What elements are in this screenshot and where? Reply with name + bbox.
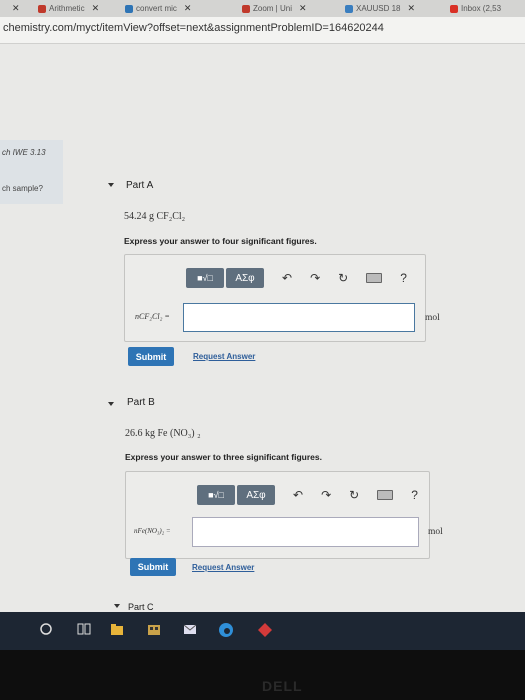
part-b-answer-input[interactable] (192, 517, 419, 547)
part-a-question: 54.24 g CF₂Cl₂ (124, 211, 186, 222)
collapse-caret-icon[interactable] (108, 402, 114, 406)
sidebar-item-sample[interactable]: ch sample? (2, 184, 43, 193)
greek-symbols-button[interactable]: ΑΣφ (237, 485, 275, 505)
undo-icon[interactable]: ↶ (293, 488, 303, 502)
part-a-submit-button[interactable]: Submit (128, 347, 174, 366)
task-view-icon[interactable] (77, 622, 91, 636)
file-explorer-icon[interactable] (110, 622, 124, 636)
part-b-question: 26.6 kg Fe (NO₃) ₂ (125, 428, 201, 439)
close-icon[interactable]: ✕ (407, 3, 415, 14)
greek-symbols-button[interactable]: ΑΣφ (226, 268, 264, 288)
part-b-toolbar: ■√□ ΑΣφ ↶ ↷ ↻ ? (197, 485, 418, 505)
part-b-variable-label: nFe(NO₃)₂ = (134, 527, 171, 535)
taskbar (0, 612, 525, 650)
reset-icon[interactable]: ↻ (338, 271, 348, 285)
redo-icon[interactable]: ↷ (310, 271, 320, 285)
store-icon[interactable] (147, 622, 161, 636)
part-b-submit-button[interactable]: Submit (130, 558, 176, 576)
tab-favicon-icon (38, 4, 46, 13)
close-icon[interactable]: ✕ (184, 3, 192, 14)
search-circle-icon[interactable] (40, 622, 52, 636)
part-b-instruction: Express your answer to three significant… (125, 452, 322, 462)
part-a-answer-input[interactable] (183, 303, 415, 332)
tab-favicon-icon (345, 4, 353, 13)
tab-favicon-icon (242, 4, 250, 13)
part-a-toolbar: ■√□ ΑΣφ ↶ ↷ ↻ ? (186, 268, 407, 288)
close-icon[interactable]: ✕ (299, 3, 307, 14)
part-b-title: Part B (127, 397, 155, 408)
collapse-caret-icon[interactable] (108, 183, 114, 187)
part-a-instruction: Express your answer to four significant … (124, 236, 317, 246)
url-text: chemistry.com/myct/itemView?offset=next&… (3, 22, 384, 34)
browser-tab-zoom[interactable]: Zoom | Uni ✕ (242, 0, 307, 17)
browser-tab-arithmetic[interactable]: Arithmetic ✕ (38, 0, 99, 17)
edge-browser-icon[interactable] (218, 622, 234, 638)
part-b-request-answer-link[interactable]: Request Answer (192, 563, 254, 572)
browser-tab-xauusd[interactable]: XAUUSD 18 ✕ (345, 0, 415, 17)
part-a-unit: mol (425, 313, 440, 323)
tab-close-0[interactable]: ✕ (8, 0, 20, 17)
sidebar-item-iwe[interactable]: ch IWE 3.13 (2, 148, 46, 157)
templates-button[interactable]: ■√□ (186, 268, 224, 288)
part-a-variable-label: nCF₂Cl₂ = (135, 312, 170, 321)
close-icon[interactable]: ✕ (92, 3, 100, 14)
keyboard-icon[interactable] (377, 490, 394, 500)
keyboard-icon[interactable] (366, 273, 383, 283)
part-b-unit: mol (428, 527, 443, 537)
tab-favicon-icon (125, 4, 133, 13)
redo-icon[interactable]: ↷ (321, 488, 331, 502)
mail-icon[interactable] (183, 622, 197, 636)
undo-icon[interactable]: ↶ (282, 271, 292, 285)
browser-tab-convert[interactable]: convert mic ✕ (125, 0, 191, 17)
browser-tab-inbox[interactable]: Inbox (2,53 (450, 0, 501, 17)
collapse-caret-icon[interactable] (114, 604, 120, 608)
address-bar[interactable]: chemistry.com/myct/itemView?offset=next&… (0, 17, 525, 44)
part-a-title: Part A (126, 180, 154, 191)
reset-icon[interactable]: ↻ (349, 488, 359, 502)
templates-button[interactable]: ■√□ (197, 485, 235, 505)
monitor-brand-logo: DELL (262, 678, 303, 694)
gmail-icon (450, 4, 458, 13)
help-icon[interactable]: ? (411, 488, 418, 502)
browser-tab-bar: ✕ Arithmetic ✕ convert mic ✕ Zoom | Uni ✕ X… (0, 0, 525, 17)
help-icon[interactable]: ? (400, 271, 407, 285)
app-icon[interactable] (257, 622, 273, 638)
part-c-title: Part C (128, 602, 154, 612)
screen: ✕ Arithmetic ✕ convert mic ✕ Zoom | Uni ✕ X… (0, 0, 525, 612)
part-a-request-answer-link[interactable]: Request Answer (193, 352, 255, 361)
